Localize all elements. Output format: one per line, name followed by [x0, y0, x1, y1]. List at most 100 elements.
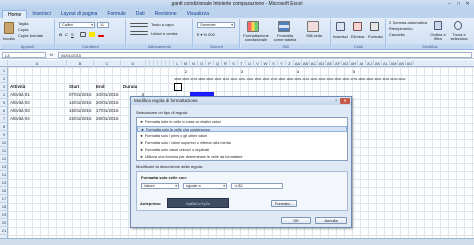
table-cell[interactable]: 22/01/2015 [69, 115, 94, 123]
table-cell[interactable]: 20/01/2015 [96, 99, 121, 107]
rule-type-item[interactable]: ► Formatta solo i primi o gli ultimi val… [137, 133, 347, 139]
column-header[interactable]: AC [310, 60, 318, 67]
column-header[interactable]: A [8, 60, 67, 67]
gantt-date-header[interactable]: 30/01 [374, 77, 382, 81]
row-header[interactable]: 7 [0, 115, 8, 123]
format-dialog-button[interactable]: Formato... [271, 200, 297, 207]
row-header[interactable]: 21 [0, 227, 8, 235]
gantt-date-header[interactable]: 09/01 [206, 77, 214, 81]
column-header[interactable]: Q [214, 60, 222, 67]
table-header-cell[interactable]: End [96, 83, 121, 91]
tab-formule[interactable]: Formule [102, 10, 130, 18]
column-header[interactable]: AG [342, 60, 350, 67]
row-header[interactable]: 5 [0, 99, 8, 107]
row-header[interactable]: 15 [0, 179, 8, 187]
wrap-text-button[interactable]: Testo a capo [151, 22, 174, 27]
table-header-cell[interactable]: Attività [10, 83, 67, 91]
gantt-date-header[interactable]: 28/01 [358, 77, 366, 81]
gantt-week-number[interactable]: 5 [350, 69, 358, 74]
formula-input[interactable]: 05/01/2015 [58, 52, 472, 58]
insert-button[interactable]: Inserisci [333, 34, 348, 39]
gantt-week-number[interactable]: 3 [238, 69, 246, 74]
table-cell[interactable]: Attività 01 [10, 91, 67, 99]
row-header[interactable]: 14 [0, 171, 8, 179]
selected-cell[interactable] [174, 83, 182, 91]
gantt-date-header[interactable]: 25/01 [334, 77, 342, 81]
underline-icon[interactable]: S [71, 32, 74, 37]
gantt-date-header[interactable]: 20/01 [294, 77, 302, 81]
sort-filter-icon[interactable] [434, 21, 442, 30]
gantt-date-header[interactable]: 17/01 [270, 77, 278, 81]
row-header[interactable]: 10 [0, 139, 8, 147]
table-cell[interactable]: 10/01/2015 [96, 91, 121, 99]
merge-center-button[interactable]: Unisci e centra [151, 31, 177, 36]
table-cell[interactable]: 12/01/2015 [69, 99, 94, 107]
name-box[interactable]: L3 [2, 52, 46, 58]
tab-layout-di-pagina[interactable]: Layout di pagina [56, 10, 103, 18]
gantt-date-header[interactable]: 16/01 [262, 77, 270, 81]
column-header[interactable]: P [206, 60, 214, 67]
column-header[interactable]: AA [294, 60, 302, 67]
clear-button[interactable]: Cancella [389, 32, 405, 37]
column-header[interactable]: L [174, 60, 182, 67]
operator-select[interactable]: uguale a ▾ [183, 183, 227, 189]
table-cell[interactable]: Attività 02 [10, 99, 67, 107]
rule-type-item[interactable]: ► Formatta solo i valori superiori o inf… [137, 140, 347, 146]
column-header[interactable]: B [67, 60, 94, 67]
column-header[interactable]: AD [318, 60, 326, 67]
column-header[interactable]: N [190, 60, 198, 67]
table-cell[interactable]: 26/01/2015 [96, 115, 121, 123]
tab-visualizza[interactable]: Visualizza [182, 10, 214, 18]
table-cell[interactable]: 15/01/2015 [69, 107, 94, 115]
row-header[interactable]: 2 [0, 75, 8, 83]
paste-icon[interactable] [4, 22, 14, 34]
cell-styles-icon[interactable] [307, 21, 319, 32]
gantt-date-header[interactable]: 27/01 [350, 77, 358, 81]
gantt-date-header[interactable]: 26/01 [342, 77, 350, 81]
conditional-formatting-icon[interactable] [247, 21, 259, 32]
gantt-date-header[interactable]: 22/01 [310, 77, 318, 81]
tab-home[interactable]: Home [2, 10, 28, 18]
gantt-date-header[interactable]: 14/01 [246, 77, 254, 81]
italic-icon[interactable]: C [65, 32, 68, 37]
column-header[interactable]: AH [350, 60, 358, 67]
row-header[interactable]: 16 [0, 187, 8, 195]
conditional-formatting-button[interactable]: Formattazione condizionale [242, 34, 270, 42]
rule-type-item[interactable]: ► Formatta tutte le celle in base ai rel… [137, 119, 347, 125]
column-header[interactable]: R [222, 60, 230, 67]
cancel-button[interactable]: Annulla [315, 217, 347, 224]
borders-icon[interactable] [80, 32, 86, 37]
gantt-date-header[interactable]: 18/01 [278, 77, 286, 81]
table-cell[interactable]: 17/01/2015 [96, 107, 121, 115]
row-header[interactable]: 4 [0, 91, 8, 99]
condition-value-input[interactable]: =L$2 [231, 183, 283, 189]
delete-cells-icon[interactable] [353, 22, 362, 31]
column-header[interactable]: C [94, 60, 121, 67]
select-all-corner[interactable] [0, 60, 8, 67]
gantt-date-header[interactable]: 15/01 [254, 77, 262, 81]
column-header[interactable]: AE [326, 60, 334, 67]
gantt-date-header[interactable]: 07/01 [190, 77, 198, 81]
rule-type-item[interactable]: ► Formatta solo valori univoci o duplica… [137, 147, 347, 153]
column-header[interactable]: AB [302, 60, 310, 67]
format-as-table-button[interactable]: Formatta come tabella [272, 34, 298, 42]
column-header[interactable]: M [182, 60, 190, 67]
sort-filter-button[interactable]: Ordina e filtra [429, 33, 447, 41]
font-size-select[interactable]: 11 [97, 22, 109, 28]
gantt-date-header[interactable]: 29/01 [366, 77, 374, 81]
minimize-button[interactable]: – [445, 0, 454, 8]
format-painter-button[interactable]: Copia formato [18, 33, 43, 38]
gantt-date-header[interactable]: 21/01 [302, 77, 310, 81]
tab-inserisci[interactable]: Inserisci [27, 10, 55, 18]
gantt-date-header[interactable]: 06/01 [182, 77, 190, 81]
find-select-icon[interactable] [454, 21, 462, 30]
font-color-icon[interactable] [98, 32, 104, 37]
align-lines-icon[interactable] [130, 23, 148, 27]
row-header[interactable]: 3 [0, 83, 8, 91]
format-button[interactable]: Formato [368, 34, 383, 39]
row-header[interactable]: 6 [0, 107, 8, 115]
format-cells-icon[interactable] [370, 22, 379, 31]
column-header[interactable]: U [246, 60, 254, 67]
column-header[interactable]: O [198, 60, 206, 67]
row-header[interactable]: 9 [0, 131, 8, 139]
